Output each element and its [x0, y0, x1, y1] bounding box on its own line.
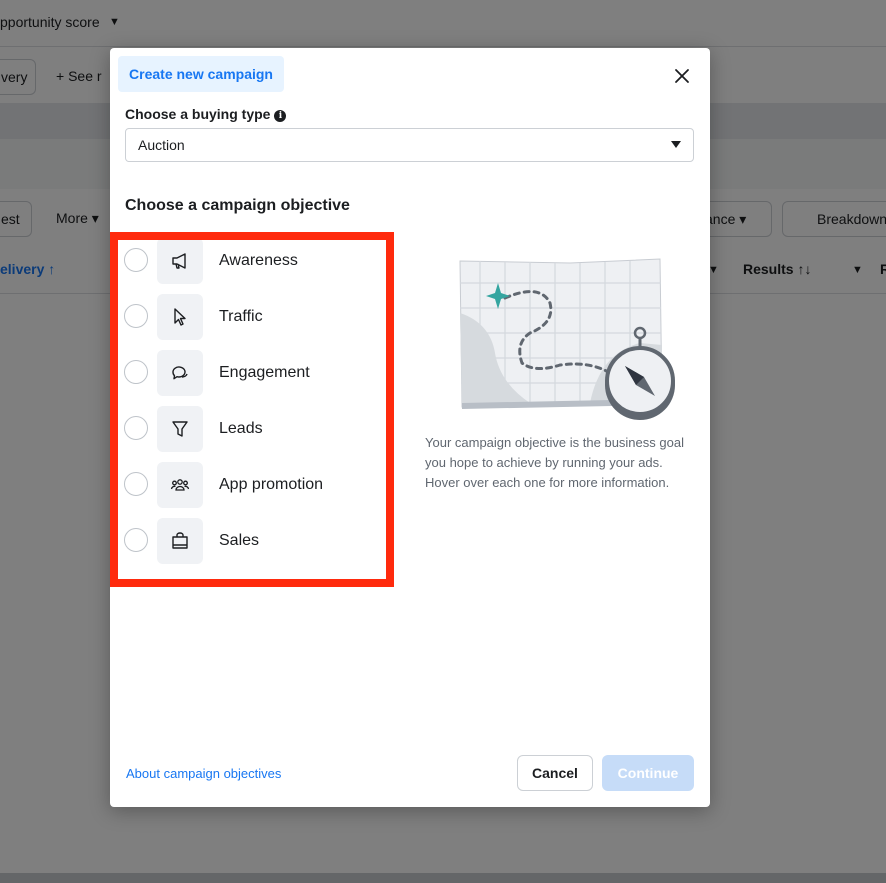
about-campaign-objectives-link[interactable]: About campaign objectives [126, 766, 281, 781]
objective-heading: Choose a campaign objective [125, 197, 350, 214]
megaphone-icon [157, 238, 203, 284]
objective-traffic[interactable]: Traffic [122, 294, 392, 340]
objective-description: Your campaign objective is the business … [425, 435, 684, 490]
continue-button[interactable]: Continue [602, 755, 694, 791]
close-icon[interactable] [670, 64, 694, 88]
buying-type-select[interactable]: Auction [125, 128, 694, 162]
chat-bubbles-icon [157, 350, 203, 396]
funnel-icon [157, 406, 203, 452]
buying-type-label: Choose a buying type i [125, 106, 287, 122]
create-campaign-dialog: Create new campaign Choose a buying type… [110, 48, 710, 807]
people-icon [157, 462, 203, 508]
objective-app-promotion[interactable]: App promotion [122, 462, 392, 508]
radio-button[interactable] [124, 360, 148, 384]
objective-label: Awareness [219, 252, 298, 269]
info-icon[interactable]: i [274, 110, 287, 122]
objective-label: Engagement [219, 364, 310, 381]
radio-button[interactable] [124, 472, 148, 496]
radio-button[interactable] [124, 528, 148, 552]
objective-leads[interactable]: Leads [122, 406, 392, 452]
radio-button[interactable] [124, 304, 148, 328]
cursor-icon [157, 294, 203, 340]
radio-button[interactable] [124, 416, 148, 440]
objective-label: Sales [219, 532, 260, 549]
objective-sales[interactable]: Sales [122, 518, 392, 564]
map-compass-illustration [459, 258, 675, 420]
chevron-down-icon [671, 141, 681, 148]
objective-awareness[interactable]: Awareness [122, 238, 392, 284]
objective-label: App promotion [219, 476, 324, 493]
shopping-bag-icon [157, 518, 203, 564]
tab-create-new-campaign[interactable]: Create new campaign [118, 56, 284, 92]
objective-label: Traffic [219, 308, 263, 325]
objective-label: Leads [219, 420, 263, 437]
cancel-button[interactable]: Cancel [517, 755, 593, 791]
objective-engagement[interactable]: Engagement [122, 350, 392, 396]
radio-button[interactable] [124, 248, 148, 272]
